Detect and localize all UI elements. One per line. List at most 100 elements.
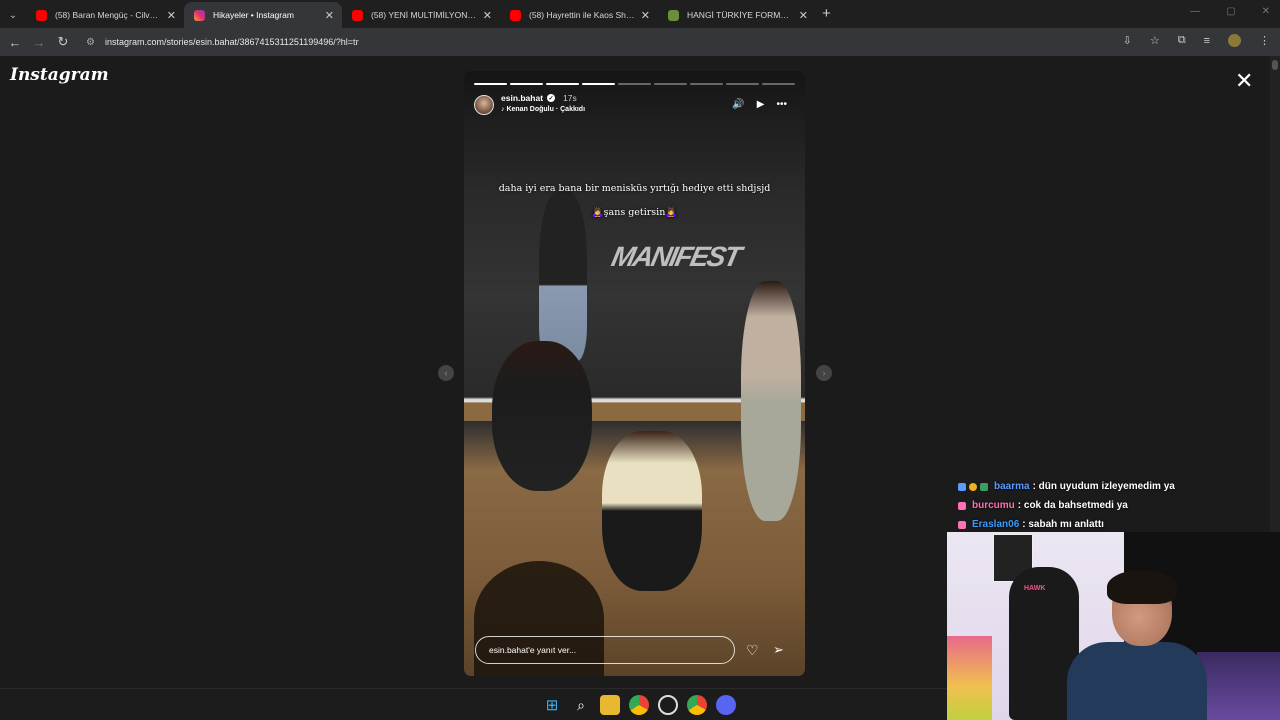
story-user-info: esin.bahat ✓ 17s ♪ Kenan Doğulu · Çakkıd… (501, 93, 585, 113)
story-user-avatar[interactable] (474, 95, 494, 115)
story-controls: 🔊 ▶ ••• (732, 99, 787, 110)
story-progress (474, 83, 795, 85)
bookmark-star-icon[interactable]: ☆ (1150, 34, 1160, 47)
chat-badge-icon (958, 520, 966, 529)
chat-username: baarma (994, 481, 1030, 492)
tab-title: (58) YENİ MULTİMİLYONER ARA (371, 10, 477, 20)
progress-segment (762, 83, 795, 85)
chat-username: burcumu (972, 500, 1015, 511)
chat-username: Eraslan06 (972, 519, 1020, 530)
url-text: instagram.com/stories/esin.bahat/3867415… (104, 37, 359, 47)
forward-icon[interactable]: → (27, 35, 51, 50)
chat-text: : sabah mı anlattı (1022, 519, 1104, 530)
toolbar-actions: ⇩ ☆ ⧉ ≡ ⋮ (1123, 34, 1270, 47)
windows-taskbar: ⊞ ⌕ (0, 688, 947, 720)
stream-chat-overlay: baarma : dün uyudum izleyemedim ya burcu… (958, 477, 1278, 534)
story-header: esin.bahat ✓ 17s ♪ Kenan Doğulu · Çakkıd… (474, 93, 795, 121)
windows-start-icon[interactable]: ⊞ (542, 695, 562, 715)
discord-icon[interactable] (716, 695, 736, 715)
progress-segment (582, 83, 615, 85)
story-graffiti: MANIFEST (608, 241, 743, 272)
progress-segment (510, 83, 543, 85)
streamer-hair (1107, 570, 1177, 604)
site-info-icon[interactable]: ⚙ (86, 37, 95, 48)
story-username[interactable]: esin.bahat (501, 93, 543, 103)
obs-icon[interactable] (658, 695, 678, 715)
chat-badge-icon (958, 501, 966, 510)
progress-segment (654, 83, 687, 85)
minimize-icon[interactable]: — (1190, 6, 1200, 17)
close-story-icon[interactable]: ✕ (1235, 70, 1253, 92)
tab-1[interactable]: (58) Baran Mengüç - Cilvelim (C ✕ (26, 2, 184, 28)
tab-2[interactable]: Hikayeler • Instagram ✕ (184, 2, 342, 28)
close-icon[interactable]: ✕ (325, 9, 334, 22)
tab-title: HANGİ TÜRKİYE FORMASI FAVO (687, 10, 793, 20)
install-app-icon[interactable]: ⇩ (1123, 34, 1132, 47)
story-reply-input[interactable]: esin.bahat'e yanıt ver... (475, 636, 735, 664)
chrome-profile-icon[interactable] (687, 695, 707, 715)
youtube-icon (510, 9, 521, 21)
reply-placeholder: esin.bahat'e yanıt ver... (489, 645, 577, 655)
tab-3[interactable]: (58) YENİ MULTİMİLYONER ARA ✕ (342, 2, 500, 28)
webcam-light (1197, 652, 1280, 720)
chat-badge-icon (969, 482, 977, 491)
send-icon[interactable]: ➢ (773, 642, 784, 658)
url-field[interactable]: ⚙ instagram.com/stories/esin.bahat/38674… (80, 31, 1280, 53)
extensions-icon[interactable]: ⧉ (1178, 34, 1186, 47)
story-caption-line-1: daha iyi era bana bir menisküs yırtığı h… (498, 183, 771, 194)
chrome-icon[interactable] (629, 695, 649, 715)
webcam-shelf (947, 636, 992, 720)
media-controls-icon[interactable]: ≡ (1204, 35, 1210, 47)
page-icon (668, 9, 679, 21)
window-controls: — ▢ ✕ (1190, 6, 1270, 17)
chat-message: baarma : dün uyudum izleyemedim ya (958, 477, 1278, 496)
file-explorer-icon[interactable] (600, 695, 620, 715)
story-card[interactable]: MANIFEST esin.bahat ✓ 17s ♪ Kenan Doğulu… (464, 71, 805, 676)
close-icon[interactable]: ✕ (483, 9, 492, 22)
scrollbar-thumb[interactable] (1272, 60, 1278, 70)
taskbar-icons: ⊞ ⌕ (542, 695, 736, 715)
volume-icon[interactable]: 🔊 (732, 99, 744, 110)
tab-4[interactable]: (58) Hayrettin ile Kaos Show - 2 ✕ (500, 2, 658, 28)
tab-title: Hikayeler • Instagram (213, 10, 294, 20)
tab-search-button[interactable]: ⌄ (0, 2, 26, 28)
browser-tab-strip: ⌄ (58) Baran Mengüç - Cilvelim (C ✕ Hika… (0, 0, 1280, 28)
profile-avatar[interactable] (1228, 34, 1241, 47)
story-person (741, 281, 801, 521)
play-icon[interactable]: ▶ (757, 99, 765, 110)
search-icon[interactable]: ⌕ (571, 695, 591, 715)
new-tab-button[interactable]: + (822, 2, 831, 28)
tab-5[interactable]: HANGİ TÜRKİYE FORMASI FAVO ✕ (658, 2, 816, 28)
close-icon[interactable]: ✕ (641, 9, 650, 22)
story-person (602, 431, 702, 591)
tab-title: (58) Hayrettin ile Kaos Show - 2 (529, 10, 635, 20)
heart-icon[interactable]: ♡ (746, 642, 759, 659)
story-caption-line-2: 🙇‍♀️şans getirsin🙇‍♀️ (591, 207, 678, 218)
story-music[interactable]: ♪ Kenan Doğulu · Çakkıdı (501, 106, 585, 113)
streamer-shirt (1067, 642, 1207, 720)
chat-badge-icon (958, 482, 966, 491)
menu-icon[interactable]: ⋮ (1259, 34, 1270, 47)
more-options-icon[interactable]: ••• (776, 99, 787, 110)
tab-title: (58) Baran Mengüç - Cilvelim (C (55, 10, 161, 20)
reload-icon[interactable]: ↻ (51, 34, 75, 50)
youtube-icon (352, 9, 363, 21)
back-icon[interactable]: ← (3, 35, 27, 50)
verified-badge-icon: ✓ (547, 94, 556, 102)
story-person (492, 341, 592, 491)
close-icon[interactable]: ✕ (799, 9, 808, 22)
next-story-icon[interactable]: › (816, 365, 832, 381)
progress-segment (690, 83, 723, 85)
previous-story-icon[interactable]: ‹ (438, 365, 454, 381)
chair-logo: HAWK (1024, 585, 1046, 592)
close-window-icon[interactable]: ✕ (1262, 6, 1270, 17)
close-icon[interactable]: ✕ (167, 9, 176, 22)
chat-message: burcumu : cok da bahsetmedi ya (958, 496, 1278, 515)
progress-segment (726, 83, 759, 85)
story-timestamp: 17s (563, 93, 577, 103)
instagram-logo[interactable]: Instagram (10, 65, 109, 85)
maximize-icon[interactable]: ▢ (1226, 6, 1235, 17)
chat-text: : cok da bahsetmedi ya (1017, 500, 1128, 511)
instagram-icon (194, 9, 205, 21)
story-music-label: Kenan Doğulu · Çakkıdı (506, 106, 586, 113)
